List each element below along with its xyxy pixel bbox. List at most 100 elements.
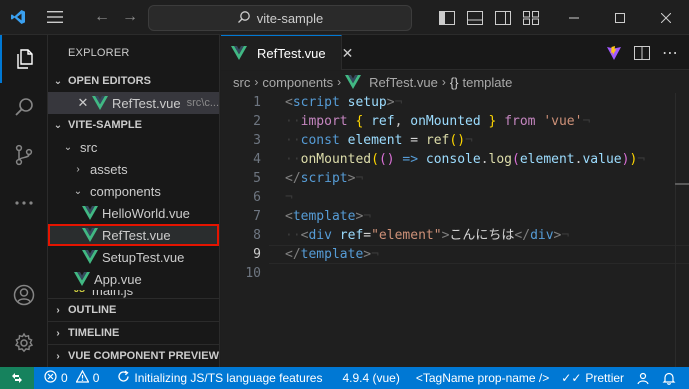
toggle-secondary-sidebar-icon[interactable] xyxy=(491,6,515,30)
js-file-icon: JS xyxy=(74,290,92,294)
close-tab-icon[interactable]: ✕ xyxy=(342,45,354,62)
open-editors-section-header[interactable]: ⌄ OPEN EDITORS xyxy=(48,70,219,92)
customize-layout-icon[interactable] xyxy=(519,6,543,30)
tree-item-label: SetupTest.vue xyxy=(102,249,185,265)
scrollbar-marker xyxy=(675,183,689,185)
code-line: </template>¬ xyxy=(285,247,379,262)
line-number-gutter: 1 2 3 4 5 6 7 8 9 10 xyxy=(221,93,269,283)
problems-indicator[interactable]: 0 0 xyxy=(38,367,105,389)
tree-file-reftest[interactable]: RefTest.vue xyxy=(48,224,219,246)
chevron-right-icon: › xyxy=(337,75,342,89)
explorer-icon[interactable] xyxy=(0,35,48,83)
chevron-down-icon: ⌄ xyxy=(53,119,63,131)
outline-section-header[interactable]: › OUTLINE xyxy=(48,299,219,321)
tree-folder-assets[interactable]: › assets xyxy=(48,158,219,180)
search-icon xyxy=(237,10,251,27)
typescript-version[interactable]: 4.9.4 (vue) xyxy=(336,367,405,389)
language-init-indicator[interactable]: Initializing JS/TS language features xyxy=(111,367,328,389)
chevron-down-icon: ⌄ xyxy=(53,75,63,87)
more-icon[interactable] xyxy=(0,179,48,227)
accounts-icon[interactable] xyxy=(0,271,48,319)
tagname-text: <TagName prop-name /> xyxy=(415,371,550,385)
close-editor-icon[interactable]: ✕ xyxy=(74,95,92,111)
vue-file-icon xyxy=(231,46,247,60)
open-editor-filename: RefTest.vue xyxy=(111,95,181,111)
activity-bar xyxy=(0,35,48,367)
warning-count: 0 xyxy=(92,371,100,385)
manage-gear-icon[interactable] xyxy=(0,319,48,367)
arrow-right-icon[interactable]: → xyxy=(119,6,141,28)
line-number: 3 xyxy=(253,133,261,148)
status-bar: 0 0 Initializing JS/TS language features… xyxy=(0,367,689,389)
open-editors-label: OPEN EDITORS xyxy=(68,75,151,87)
vue-preview-section-header[interactable]: › VUE COMPONENT PREVIEW xyxy=(48,345,219,367)
prettier-indicator[interactable]: ✓✓ Prettier xyxy=(555,367,630,389)
search-icon[interactable] xyxy=(0,83,48,131)
chevron-right-icon: › xyxy=(56,350,60,362)
vue-preview-label: VUE COMPONENT PREVIEW xyxy=(68,350,219,362)
split-editor-icon[interactable] xyxy=(631,42,653,64)
remote-indicator[interactable] xyxy=(0,367,34,389)
line-number: 6 xyxy=(253,190,261,205)
tree-file-main-js[interactable]: JS main.js xyxy=(48,290,219,298)
toggle-sidebar-icon[interactable] xyxy=(435,6,459,30)
tree-file-setuptest[interactable]: SetupTest.vue xyxy=(48,246,219,268)
outline-label: OUTLINE xyxy=(68,304,117,316)
notifications-bell-icon[interactable] xyxy=(656,367,682,389)
vue-file-icon xyxy=(82,250,98,264)
line-number: 8 xyxy=(253,228,261,243)
tagname-casing[interactable]: <TagName prop-name /> xyxy=(410,367,555,389)
breadcrumb-src[interactable]: src xyxy=(233,75,250,90)
tree-item-label: components xyxy=(90,183,161,199)
code-line: ··const element = ref()¬ xyxy=(285,133,473,148)
vscode-logo-icon[interactable] xyxy=(0,0,35,35)
breadcrumb-template[interactable]: template xyxy=(463,75,513,90)
editor-scrollbar[interactable] xyxy=(675,93,689,367)
menu-icon[interactable] xyxy=(35,0,75,35)
source-control-icon[interactable] xyxy=(0,131,48,179)
close-icon[interactable] xyxy=(643,0,689,35)
command-center-search[interactable]: vite-sample xyxy=(148,5,412,31)
tree-file-helloworld[interactable]: HelloWorld.vue xyxy=(48,202,219,224)
breadcrumb-file[interactable]: RefTest.vue xyxy=(369,75,438,90)
tree-file-app[interactable]: App.vue xyxy=(48,268,219,290)
breadcrumb: src › components › RefTest.vue › {} temp… xyxy=(221,71,689,93)
account-status-icon[interactable] xyxy=(630,367,656,389)
maximize-icon[interactable] xyxy=(597,0,643,35)
minimize-icon[interactable] xyxy=(551,0,597,35)
chevron-right-icon: › xyxy=(254,75,259,89)
chevron-down-icon: ⌄ xyxy=(73,185,83,197)
vue-file-icon xyxy=(74,272,90,286)
tab-reftest[interactable]: RefTest.vue ✕ xyxy=(221,35,353,70)
explorer-sidebar: EXPLORER ⌄ OPEN EDITORS ✕ RefTest.vue sr… xyxy=(48,35,220,367)
warning-icon xyxy=(75,369,90,386)
braces-icon: {} xyxy=(449,74,459,90)
version-text: 4.9.4 (vue) xyxy=(342,371,400,385)
more-actions-icon[interactable]: ⋯ xyxy=(659,42,681,64)
line-number: 5 xyxy=(253,171,261,186)
line-number: 10 xyxy=(245,266,261,281)
chevron-right-icon: › xyxy=(441,75,446,89)
vue-file-icon xyxy=(82,206,98,220)
line-number: 4 xyxy=(253,152,261,167)
vue-file-icon xyxy=(345,75,362,89)
tree-folder-components[interactable]: ⌄ components xyxy=(48,180,219,202)
vue-file-icon xyxy=(82,228,98,242)
code-editor[interactable]: 1 2 3 4 5 6 7 8 9 10 <script setup>¬ ··im… xyxy=(221,93,689,367)
timeline-section-header[interactable]: › TIMELINE xyxy=(48,322,219,344)
code-line: <template>¬ xyxy=(285,209,372,224)
open-editor-path: src\c... xyxy=(186,97,219,109)
workspace-section-header[interactable]: ⌄ VITE-SAMPLE xyxy=(48,114,219,136)
tree-item-label: RefTest.vue xyxy=(102,227,171,243)
prettier-text: Prettier xyxy=(585,371,625,385)
vue-file-icon xyxy=(91,96,108,110)
error-count: 0 xyxy=(61,371,68,385)
command-center-text: vite-sample xyxy=(256,10,324,26)
vite-icon[interactable] xyxy=(603,42,625,64)
breadcrumb-components[interactable]: components xyxy=(262,75,333,90)
arrow-left-icon[interactable]: ← xyxy=(91,6,113,28)
tree-folder-src[interactable]: ⌄ src xyxy=(48,136,219,158)
toggle-panel-icon[interactable] xyxy=(463,6,487,30)
open-editor-item[interactable]: ✕ RefTest.vue src\c... xyxy=(48,92,219,114)
